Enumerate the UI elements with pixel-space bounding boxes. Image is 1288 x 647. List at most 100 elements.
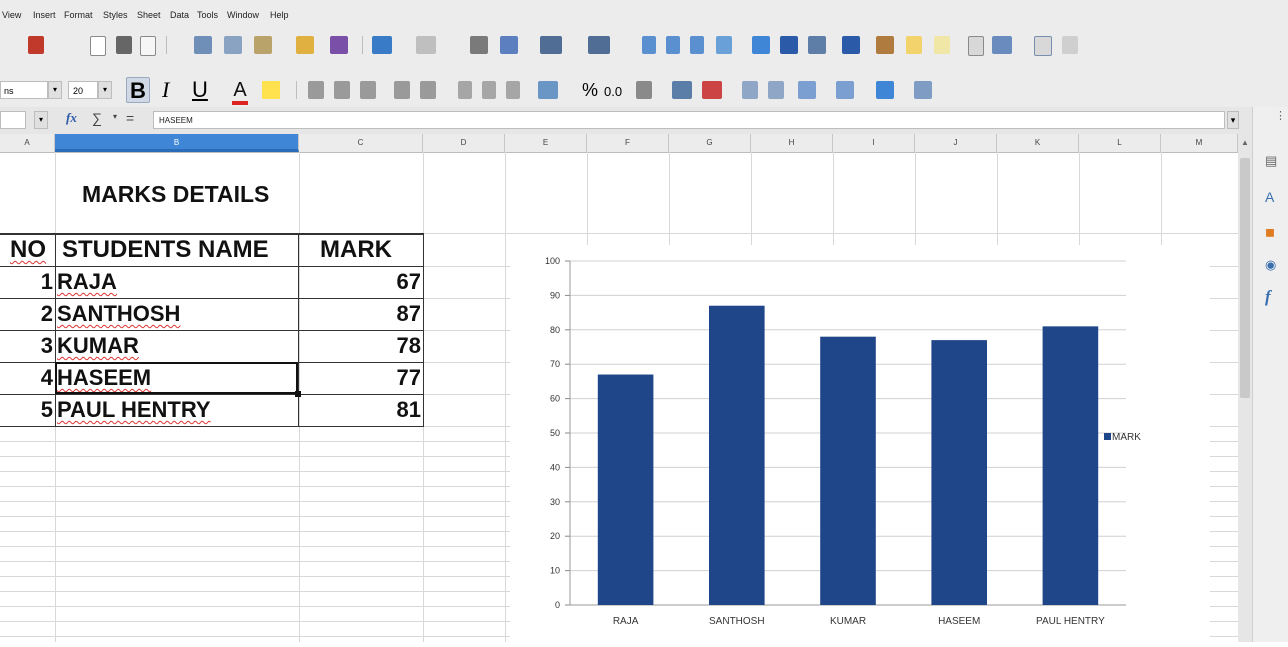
sort-descending-icon[interactable]	[690, 36, 704, 54]
align-right-icon[interactable]	[360, 81, 376, 99]
formula-input[interactable]: HASEEM	[153, 111, 1225, 129]
menu-tools[interactable]: Tools	[197, 10, 218, 20]
clear-formatting-icon[interactable]	[330, 36, 348, 54]
chevron-down-icon[interactable]: ▾	[98, 81, 112, 99]
sheet-title[interactable]: MARKS DETAILS	[82, 179, 269, 209]
currency-format-icon[interactable]	[538, 81, 558, 99]
percent-format-button[interactable]: %	[582, 79, 598, 101]
column-header-m[interactable]: M	[1161, 134, 1238, 152]
cut-icon[interactable]	[194, 36, 212, 54]
scrollbar-thumb[interactable]	[1240, 158, 1250, 398]
functions-icon[interactable]: f	[1265, 287, 1271, 307]
column-header-g[interactable]: G	[669, 134, 751, 152]
number-format-button[interactable]: 0.0	[604, 83, 622, 101]
table-cell-name[interactable]: RAJA	[57, 267, 117, 297]
underline-button[interactable]: U	[192, 77, 208, 103]
print-icon[interactable]	[116, 36, 132, 54]
table-cell-mark[interactable]: 67	[300, 267, 421, 297]
wrap-text-icon[interactable]	[394, 81, 410, 99]
export-pdf-icon[interactable]	[90, 36, 106, 56]
column-header-e[interactable]: E	[505, 134, 587, 152]
highlight-color-icon[interactable]	[262, 81, 280, 99]
comment-icon[interactable]	[906, 36, 922, 54]
clone-formatting-icon[interactable]	[296, 36, 314, 54]
formula-icon[interactable]: =	[126, 110, 134, 126]
column-header-h[interactable]: H	[751, 134, 833, 152]
header-mark[interactable]: MARK	[320, 235, 392, 265]
column-icon[interactable]	[588, 36, 610, 54]
column-header-i[interactable]: I	[833, 134, 915, 152]
menu-styles[interactable]: Styles	[103, 10, 128, 20]
show-draw-functions-icon[interactable]	[1062, 36, 1078, 54]
font-size-box[interactable]: 20	[68, 81, 98, 99]
align-left-icon[interactable]	[308, 81, 324, 99]
autofilter-icon[interactable]	[716, 36, 732, 54]
table-cell-mark[interactable]: 81	[300, 395, 421, 425]
table-cell-name[interactable]: KUMAR	[57, 331, 139, 361]
decrease-indent-icon[interactable]	[768, 81, 784, 99]
column-header-a[interactable]: A	[0, 134, 55, 152]
column-header-k[interactable]: K	[997, 134, 1079, 152]
table-cell-no[interactable]: 4	[0, 363, 53, 393]
find-replace-icon[interactable]	[470, 36, 488, 54]
menu-dots-icon[interactable]: ⋮	[1275, 109, 1286, 122]
column-header-j[interactable]: J	[915, 134, 997, 152]
properties-icon[interactable]: ▤	[1265, 153, 1277, 169]
fill-handle[interactable]	[295, 391, 301, 397]
row-icon[interactable]	[540, 36, 562, 54]
define-print-area-icon[interactable]	[968, 36, 984, 56]
gallery-icon[interactable]: ◼	[1265, 225, 1275, 239]
merge-center-icon[interactable]	[420, 81, 436, 99]
border-color-icon[interactable]	[876, 81, 894, 99]
spelling-icon[interactable]	[500, 36, 518, 54]
chevron-down-icon[interactable]: ▾	[113, 112, 117, 121]
align-center-icon[interactable]	[334, 81, 350, 99]
sort-icon[interactable]	[642, 36, 656, 54]
print-preview-icon[interactable]	[140, 36, 156, 56]
conditional-format-icon[interactable]	[914, 81, 932, 99]
delete-decimal-icon[interactable]	[702, 81, 722, 99]
freeze-rows-icon[interactable]	[992, 36, 1012, 54]
navigator-icon[interactable]: ◉	[1265, 257, 1276, 273]
table-cell-mark[interactable]: 78	[300, 331, 421, 361]
menu-format[interactable]: Format	[64, 10, 93, 20]
table-cell-no[interactable]: 2	[0, 299, 53, 329]
align-bottom-icon[interactable]	[506, 81, 520, 99]
save-icon[interactable]	[28, 36, 44, 54]
sort-ascending-icon[interactable]	[666, 36, 680, 54]
redo-icon[interactable]	[416, 36, 436, 54]
menu-data[interactable]: Data	[170, 10, 189, 20]
chevron-up-icon[interactable]: ▲	[1241, 138, 1249, 147]
insert-image-icon[interactable]	[752, 36, 770, 54]
bar-chart[interactable]: 0 10 20 30 40 50 60 70 80 90 100 RAJA SANTHOSH KUMAR H…	[510, 245, 1210, 642]
column-header-c[interactable]: C	[299, 134, 423, 152]
header-students-name[interactable]: STUDENTS NAME	[62, 235, 269, 265]
table-cell-mark[interactable]: 77	[300, 363, 421, 393]
sum-icon[interactable]: ∑	[92, 110, 102, 126]
date-format-icon[interactable]	[636, 81, 652, 99]
chevron-down-icon[interactable]: ▾	[48, 81, 62, 99]
header-no[interactable]: NO	[10, 235, 46, 265]
increase-indent-icon[interactable]	[742, 81, 758, 99]
column-header-d[interactable]: D	[423, 134, 505, 152]
undo-icon[interactable]	[372, 36, 392, 54]
table-cell-no[interactable]: 3	[0, 331, 53, 361]
styles-icon[interactable]: A	[1265, 189, 1274, 205]
column-header-l[interactable]: L	[1079, 134, 1161, 152]
table-cell-name[interactable]: SANTHOSH	[57, 299, 180, 329]
column-header-f[interactable]: F	[587, 134, 669, 152]
table-cell-no[interactable]: 1	[0, 267, 53, 297]
center-vertically-icon[interactable]	[482, 81, 496, 99]
add-decimal-icon[interactable]	[672, 81, 692, 99]
borders-icon[interactable]	[798, 81, 816, 99]
function-wizard-icon[interactable]: fx	[66, 110, 77, 126]
column-header-b[interactable]: B	[55, 134, 299, 152]
name-box[interactable]	[0, 111, 26, 129]
vertical-scrollbar[interactable]: ▲	[1238, 134, 1252, 642]
align-top-icon[interactable]	[458, 81, 472, 99]
menu-sheet[interactable]: Sheet	[137, 10, 161, 20]
table-cell-mark[interactable]: 87	[300, 299, 421, 329]
menu-view[interactable]: View	[2, 10, 21, 20]
font-color-icon[interactable]: A	[232, 79, 248, 105]
insert-chart-icon[interactable]	[780, 36, 798, 54]
